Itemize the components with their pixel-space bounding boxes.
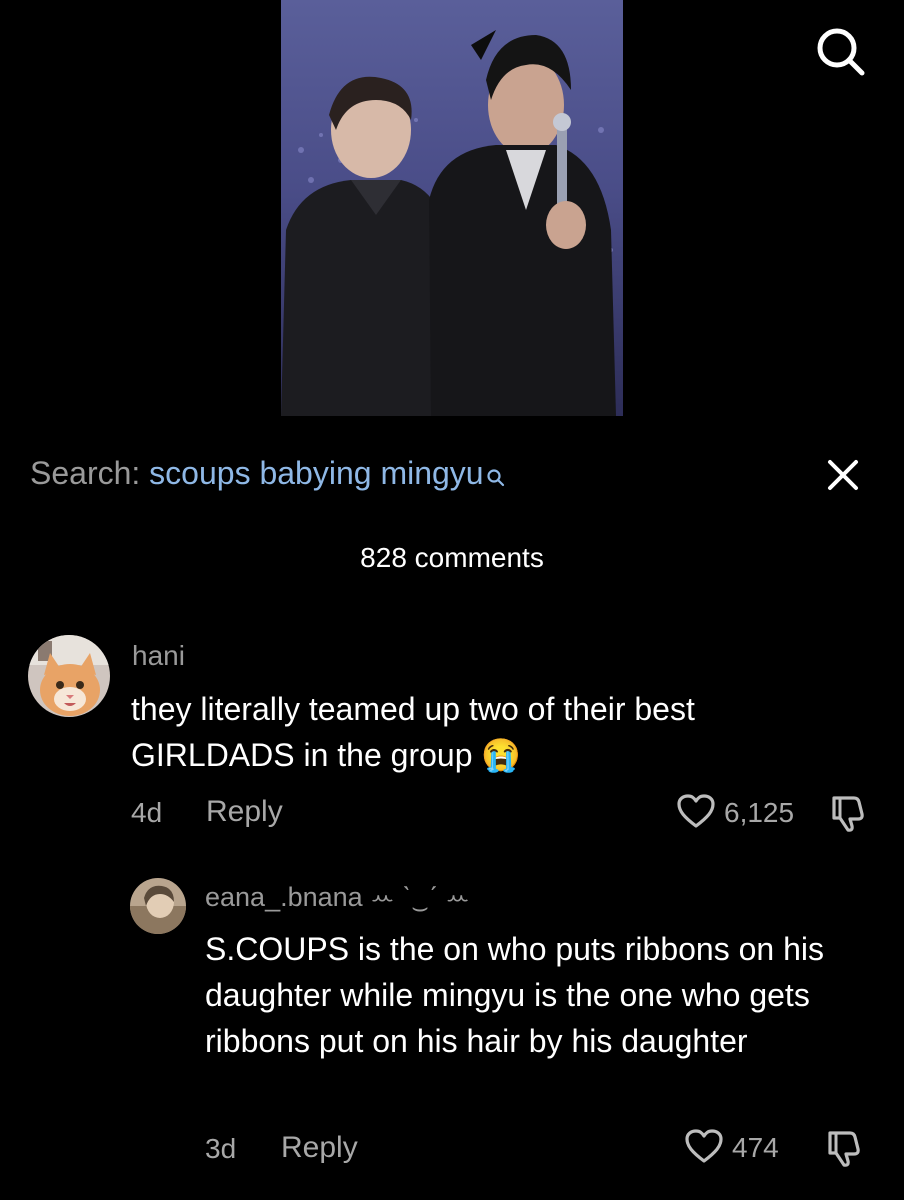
comment-username[interactable]: eana_.bnana ꕀ ˋ‿ˊ ꕀ xyxy=(205,882,470,914)
search-icon xyxy=(486,456,506,498)
like-count: 6,125 xyxy=(724,797,795,828)
search-icon[interactable] xyxy=(812,24,868,80)
close-icon[interactable] xyxy=(824,456,862,494)
search-suggestion[interactable]: Search: scoups babying mingyu xyxy=(30,452,506,498)
search-prefix: Search: xyxy=(30,455,150,491)
search-query-link[interactable]: scoups babying mingyu xyxy=(149,455,483,491)
comment-username[interactable]: hani xyxy=(132,640,185,672)
comment-age: 3d xyxy=(205,1133,237,1164)
thumbs-down-icon[interactable] xyxy=(826,792,868,834)
avatar[interactable] xyxy=(28,635,110,717)
reply-button[interactable]: Reply xyxy=(281,1131,358,1165)
avatar[interactable] xyxy=(130,878,186,934)
like-button[interactable]: 6,125 xyxy=(676,793,794,833)
thumbs-down-icon[interactable] xyxy=(822,1127,864,1169)
heart-icon xyxy=(684,1128,724,1169)
comment-text: S.COUPS is the on who puts ribbons on hi… xyxy=(205,931,824,1059)
comment-text: they literally teamed up two of their be… xyxy=(131,691,695,773)
video-thumbnail[interactable] xyxy=(281,0,623,416)
reply-button[interactable]: Reply xyxy=(206,795,283,829)
video-frame-image xyxy=(281,0,623,416)
comment-count: 828 comments xyxy=(360,542,544,573)
like-count: 474 xyxy=(732,1132,779,1163)
like-button[interactable]: 474 xyxy=(684,1128,779,1168)
heart-icon xyxy=(676,793,716,834)
comment-age: 4d xyxy=(131,797,163,828)
